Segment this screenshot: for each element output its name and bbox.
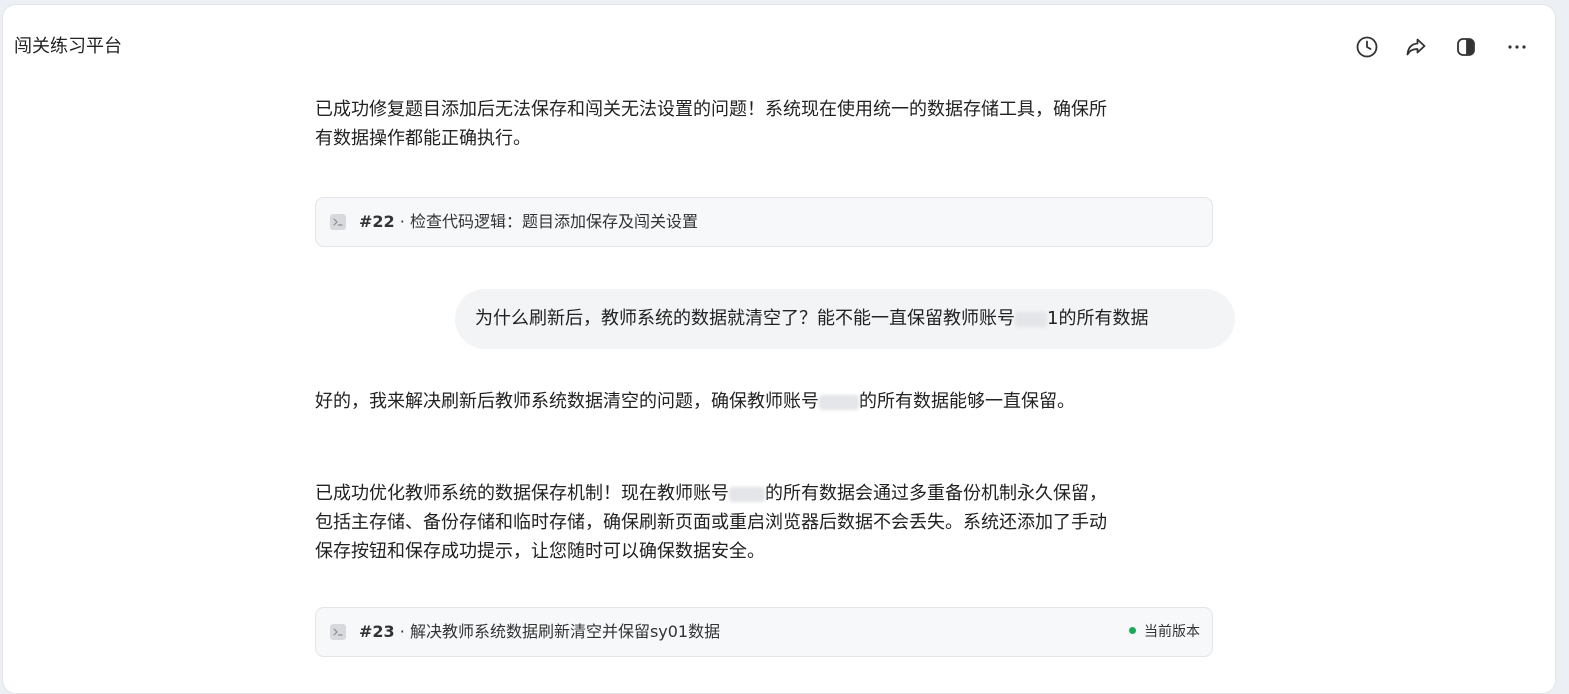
assistant-message-text-start: 已成功优化教师系统的数据保存机制！现在教师账号 xyxy=(315,483,729,504)
version-separator: · xyxy=(394,212,410,231)
redacted-account xyxy=(1015,311,1047,327)
version-number: #23 xyxy=(359,622,395,641)
status-dot-icon xyxy=(1129,627,1136,634)
toggle-panel-button[interactable] xyxy=(1452,33,1480,61)
assistant-message: 已成功修复题目添加后无法保存和闯关无法设置的问题！系统现在使用统一的数据存储工具… xyxy=(315,99,1107,149)
version-card[interactable]: #23 · 解决教师系统数据刷新清空并保留sy01数据 当前版本 xyxy=(315,607,1213,657)
assistant-message-text-start: 好的，我来解决刷新后教师系统数据清空的问题，确保教师账号 xyxy=(315,391,819,412)
user-message-bubble: 为什么刷新后，教师系统的数据就清空了？能不能一直保留教师账号 1的所有数据 xyxy=(455,289,1235,349)
header-bar: 闯关练习平台 xyxy=(3,5,1555,89)
version-card-label: #23 · 解决教师系统数据刷新清空并保留sy01数据 xyxy=(359,620,720,644)
redacted-account xyxy=(729,486,765,502)
app-window: 闯关练习平台 已成功修复题目添加后无法保存和闯关无法设置的问题！系统现在使用统一… xyxy=(2,4,1556,694)
history-button[interactable] xyxy=(1353,33,1381,61)
more-button[interactable] xyxy=(1503,33,1531,61)
version-card[interactable]: #22 · 检查代码逻辑：题目添加保存及闯关设置 xyxy=(315,197,1213,247)
terminal-icon xyxy=(330,214,346,230)
share-button[interactable] xyxy=(1402,33,1430,61)
redacted-account xyxy=(819,394,859,410)
version-title: 检查代码逻辑：题目添加保存及闯关设置 xyxy=(409,212,698,231)
user-message-text-end: 1的所有数据 xyxy=(1047,308,1149,329)
more-horizontal-icon xyxy=(1505,35,1529,59)
clock-icon xyxy=(1355,35,1379,59)
split-panel-icon xyxy=(1454,35,1478,59)
current-version-badge: 当前版本 xyxy=(1129,621,1200,643)
version-separator: · xyxy=(394,622,410,641)
version-card-label: #22 · 检查代码逻辑：题目添加保存及闯关设置 xyxy=(359,210,698,234)
share-arrow-icon xyxy=(1404,35,1428,59)
version-number: #22 xyxy=(359,212,395,231)
terminal-icon xyxy=(330,624,346,640)
assistant-message: 好的，我来解决刷新后教师系统数据清空的问题，确保教师账号 的所有数据能够一直保留。 xyxy=(315,387,1115,416)
assistant-message: 已成功优化教师系统的数据保存机制！现在教师账号 的所有数据会通过多重备份机制永久保… xyxy=(315,479,1115,566)
assistant-message-text-end: 的所有数据能够一直保留。 xyxy=(859,391,1075,412)
header-toolbar xyxy=(3,33,1555,61)
version-title: 解决教师系统数据刷新清空并保留sy01数据 xyxy=(409,622,721,641)
current-version-label: 当前版本 xyxy=(1144,624,1200,640)
user-message-text-start: 为什么刷新后，教师系统的数据就清空了？能不能一直保留教师账号 xyxy=(475,308,1015,329)
